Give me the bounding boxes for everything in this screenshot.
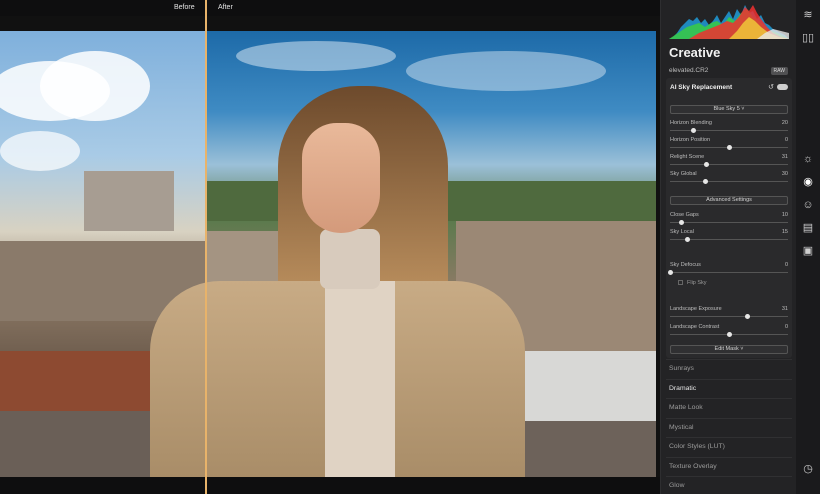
slider-track[interactable]: [670, 181, 788, 182]
slider-label: Horizon Blending: [670, 120, 712, 126]
before-after-divider-handle[interactable]: [205, 0, 207, 494]
photo-icon[interactable]: ▤: [801, 221, 815, 235]
slider-track[interactable]: [670, 164, 788, 165]
subject-face: [302, 123, 380, 233]
slider-knob[interactable]: [745, 314, 751, 319]
sky-select-dropdown[interactable]: Blue Sky 5 ˅: [670, 105, 788, 114]
tool-separator: [666, 378, 792, 380]
slider-knob[interactable]: [691, 128, 697, 133]
file-type-badge: RAW: [770, 67, 788, 75]
slider-label: Horizon Position: [670, 137, 711, 143]
slider-knob[interactable]: [685, 237, 691, 242]
face-icon[interactable]: ☺: [801, 198, 815, 212]
tool-item-sunrays[interactable]: Sunrays: [669, 365, 694, 372]
slider-knob[interactable]: [726, 145, 732, 150]
reset-icon[interactable]: ↺: [768, 83, 774, 91]
ai-sky-replacement-module: AI Sky Replacement ↺ Blue Sky 5 ˅ Horizo…: [666, 78, 792, 358]
slider-close-gaps[interactable]: Close Gaps 10: [670, 212, 788, 226]
tool-item-matte-look[interactable]: Matte Look: [669, 404, 703, 411]
tool-item-texture-overlay[interactable]: Texture Overlay: [669, 463, 717, 470]
slider-knob[interactable]: [726, 332, 732, 337]
slider-landscape-contrast[interactable]: Landscape Contrast 0: [670, 324, 788, 338]
slider-sky-global[interactable]: Sky Global 30: [670, 171, 788, 185]
tool-item-dramatic[interactable]: Dramatic: [669, 385, 696, 392]
slider-landscape-exposure[interactable]: Landscape Exposure 31: [670, 306, 788, 320]
subject-sweater: [325, 281, 395, 477]
module-title[interactable]: AI Sky Replacement: [670, 84, 732, 91]
palette-icon[interactable]: ◉: [801, 175, 815, 189]
after-label: After: [218, 4, 233, 11]
slider-value: 30: [781, 171, 788, 177]
slider-sky-local[interactable]: Sky Local 15: [670, 229, 788, 243]
edit-mask-button[interactable]: Edit Mask ˅: [670, 345, 788, 354]
tool-separator: [666, 359, 792, 360]
slider-knob[interactable]: [667, 270, 673, 275]
photo-canvas[interactable]: Before After: [0, 0, 660, 494]
tool-separator: [666, 417, 792, 419]
slider-label: Close Gaps: [670, 212, 699, 218]
slider-value: 15: [781, 229, 788, 235]
slider-label: Landscape Contrast: [670, 324, 720, 330]
module-toggle[interactable]: [777, 84, 788, 90]
tool-item-color-styles-lut[interactable]: Color Styles (LUT): [669, 443, 725, 450]
tool-separator: [666, 398, 792, 399]
app-window: Before After Creative elevated.CR2 RAW A…: [0, 0, 820, 494]
slider-relight-scene[interactable]: Relight Scene 31: [670, 154, 788, 168]
canvas-footer: [0, 477, 660, 494]
slider-sky-defocus[interactable]: Sky Defocus 0: [667, 262, 788, 276]
compare-icon[interactable]: ▯▯: [801, 31, 815, 45]
histogram: [669, 5, 789, 39]
slider-value: 31: [781, 154, 788, 160]
slider-label: Landscape Exposure: [670, 306, 722, 312]
compare-header: Before After: [0, 0, 660, 16]
tool-separator: [666, 437, 792, 438]
flip-sky-label: Flip Sky: [687, 280, 707, 286]
slider-label: Sky Local: [670, 229, 694, 235]
slider-horizon-blending[interactable]: Horizon Blending 20: [670, 120, 788, 134]
slider-track[interactable]: [670, 222, 788, 223]
slider-value: 31: [781, 306, 788, 312]
slider-horizon-position[interactable]: Horizon Position 0: [670, 137, 788, 151]
filename: elevated.CR2: [669, 67, 709, 74]
tool-separator: [666, 456, 792, 458]
slider-value: 0: [784, 262, 788, 268]
slider-value: 0: [784, 137, 788, 143]
slider-track[interactable]: [670, 130, 788, 131]
slider-label: Relight Scene: [670, 154, 705, 160]
slider-value: 0: [784, 324, 788, 330]
slider-knob[interactable]: [702, 179, 708, 184]
tool-item-glow[interactable]: Glow: [669, 482, 685, 489]
subject-neck: [320, 229, 380, 289]
advanced-settings-button[interactable]: Advanced Settings: [670, 196, 788, 205]
before-label: Before: [174, 4, 195, 11]
slider-label: Sky Global: [670, 171, 697, 177]
checkbox-icon: [678, 280, 683, 286]
adjustments-panel: Creative elevated.CR2 RAW AI Sky Replace…: [660, 0, 796, 494]
slider-track[interactable]: [670, 316, 788, 317]
slider-knob[interactable]: [704, 162, 710, 167]
flip-sky-checkbox[interactable]: Flip Sky: [670, 280, 707, 286]
tool-separator: [666, 476, 792, 477]
briefcase-icon[interactable]: ▣: [801, 244, 815, 258]
photo[interactable]: [0, 31, 656, 477]
slider-value: 10: [781, 212, 788, 218]
tool-item-mystical[interactable]: Mystical: [669, 424, 694, 431]
sun-icon[interactable]: ☼: [801, 152, 815, 166]
slider-knob[interactable]: [679, 220, 685, 225]
slider-value: 20: [781, 120, 788, 126]
slider-label: Sky Defocus: [670, 262, 701, 268]
layers-icon[interactable]: ≋: [801, 8, 815, 22]
panel-title: Creative: [669, 45, 721, 60]
right-toolbar: ≋ ▯▯ ☼ ◉ ☺ ▤ ▣ ◷: [796, 0, 820, 494]
slider-track[interactable]: [670, 272, 788, 273]
history-icon[interactable]: ◷: [801, 462, 815, 476]
